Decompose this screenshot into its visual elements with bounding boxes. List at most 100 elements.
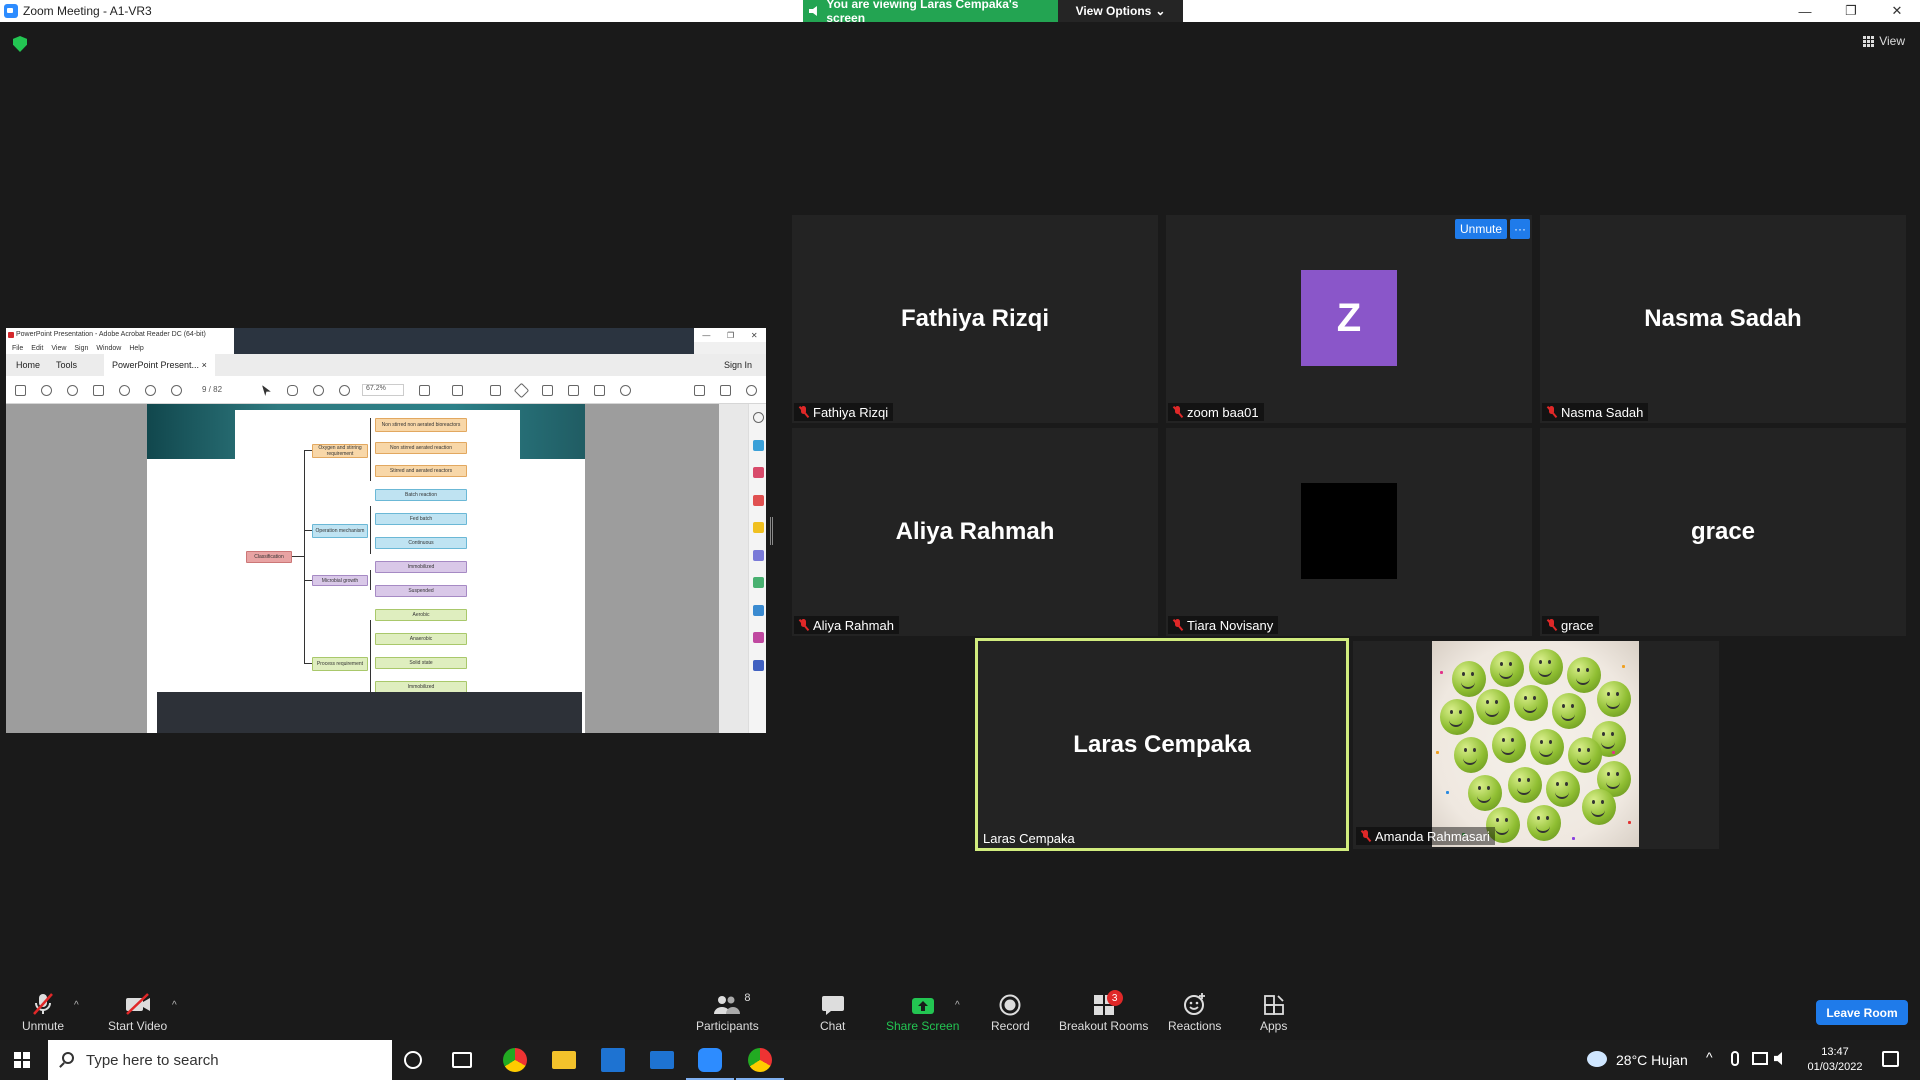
shared-tabbar: Home Tools PowerPoint Present... × Sign … [6,354,766,376]
participant-name-tag: Laras Cempaka [979,829,1080,847]
hand-icon [287,385,298,396]
create-pdf-icon [753,467,764,478]
chat-button[interactable]: Chat [820,992,845,1033]
audio-options-caret[interactable]: ^ [74,1000,79,1011]
mail-icon [720,385,731,396]
shared-restore-icon: ❐ [727,330,735,340]
windows-taskbar: Type here to search 28°C Hujan ^ 13:47 0… [0,1040,1920,1080]
microsoft-store-icon[interactable] [601,1048,625,1072]
tile-unmute-button[interactable]: Unmute [1455,219,1508,239]
fill-sign-icon [753,632,764,643]
active-speaker-tile[interactable]: Laras Cempaka Laras Cempaka [975,638,1349,851]
participant-display-name: Aliya Rahmah [895,518,1055,545]
mail-icon[interactable] [650,1051,674,1069]
diagram-root-node: Classification [246,551,292,563]
shared-app-title: PowerPoint Presentation - Adobe Acrobat … [6,328,234,342]
view-options-button[interactable]: View Options ⌄ [1058,0,1183,22]
participant-label: Tiara Novisany [1187,617,1274,633]
leave-room-button[interactable]: Leave Room [1816,1000,1908,1025]
page-down-icon [171,385,182,396]
draw-icon [542,385,553,396]
diagram-group-node: Microbial growth [312,575,368,586]
start-video-label: Start Video [108,1019,168,1033]
reactions-label: Reactions [1168,1019,1222,1033]
reactions-button[interactable]: Reactions [1168,992,1221,1033]
notifications-icon[interactable] [1882,1051,1899,1067]
tile-more-button[interactable]: ··· [1510,219,1530,239]
share-options-caret[interactable]: ^ [955,1000,960,1011]
slide-diagram: Classification Oxygen and stirring requi… [235,410,520,700]
apps-label: Apps [1260,1019,1288,1033]
video-options-caret[interactable]: ^ [172,1000,177,1011]
participant-label: Fathiya Rizqi [813,404,889,420]
apps-button[interactable]: Apps [1260,992,1287,1033]
video-tile[interactable]: Fathiya Rizqi Fathiya Rizqi [792,215,1158,423]
video-tile[interactable]: Aliya Rahmah Aliya Rahmah [792,428,1158,636]
participants-label: Participants [696,1019,759,1033]
chrome-profile-icon[interactable] [736,1048,784,1080]
diagram-leaf-node: Anaerobic [375,633,467,645]
viewing-text: You are viewing Laras Cempaka's screen [826,0,1019,25]
menu-view: View [51,344,67,352]
protect-icon [753,660,764,671]
viewing-screen-indicator: You are viewing Laras Cempaka's screen [803,0,1058,25]
close-button[interactable]: ✕ [1874,0,1920,22]
rotate-icon [620,385,631,396]
volume-icon[interactable] [1774,1052,1782,1065]
participants-count: 8 [744,992,751,1004]
taskbar-search-input[interactable]: Type here to search [48,1040,392,1080]
clock-time: 13:47 [1821,1046,1849,1058]
share-screen-label: Share Screen [886,1019,960,1033]
weather-text[interactable]: 28°C Hujan [1616,1052,1688,1068]
participant-name-tag: Nasma Sadah [1542,403,1649,421]
breakout-rooms-label: Breakout Rooms [1059,1019,1149,1033]
participant-label: grace [1561,617,1594,633]
encryption-shield-icon[interactable] [13,36,27,52]
taskbar-clock[interactable]: 13:47 01/03/2022 [1800,1045,1870,1075]
tray-expand-icon[interactable]: ^ [1706,1049,1713,1065]
zoom-out-icon [313,385,324,396]
start-video-button[interactable]: Start Video [108,992,167,1033]
windows-start-icon[interactable] [14,1052,30,1068]
network-icon[interactable] [1752,1052,1768,1065]
record-label: Record [991,1019,1030,1033]
document-scrollbar [719,404,748,733]
microphone-icon[interactable] [1731,1051,1739,1066]
participant-name-tag: zoom baa01 [1168,403,1264,421]
view-layout-button[interactable]: View [1863,34,1905,48]
cortana-icon[interactable] [404,1051,422,1069]
window-title: Zoom Meeting - A1-VR3 [23,4,152,18]
select-cursor-icon [262,385,271,396]
zoom-taskbar-icon[interactable] [686,1048,734,1080]
record-button[interactable]: Record [991,992,1030,1033]
file-explorer-icon[interactable] [552,1051,576,1069]
video-tile[interactable]: Nasma Sadah Nasma Sadah [1540,215,1906,423]
share-screen-button[interactable]: Share Screen [886,992,959,1033]
task-view-icon[interactable] [452,1052,472,1068]
minimize-button[interactable]: — [1782,0,1828,22]
mic-muted-icon [1360,830,1371,842]
video-tile[interactable]: grace grace [1540,428,1906,636]
chrome-icon[interactable] [503,1048,527,1072]
fit-page-icon [419,385,430,396]
page-up-icon [145,385,156,396]
breakout-rooms-button[interactable]: 3 Breakout Rooms [1059,990,1149,1033]
split-drag-handle[interactable] [770,517,773,545]
organize-pages-icon [753,577,764,588]
video-tile[interactable]: Z Unmute ··· zoom baa01 [1166,215,1532,423]
weather-icon[interactable] [1587,1051,1607,1067]
scan-icon [753,605,764,616]
video-tile[interactable]: Tiara Novisany [1166,428,1532,636]
unmute-button[interactable]: Unmute [22,992,64,1033]
pdf-page: Classification Oxygen and stirring requi… [147,404,585,733]
shared-window-controls: — ❐ ✕ [694,328,766,342]
restore-button[interactable]: ❐ [1828,0,1874,22]
share-screen-icon [911,992,935,1016]
participants-button[interactable]: 8 Participants [696,992,759,1033]
shared-screen[interactable]: PowerPoint Presentation - Adobe Acrobat … [6,328,766,733]
apps-icon [1263,992,1285,1016]
speaker-icon [809,6,817,16]
share-banner: You are viewing Laras Cempaka's screen V… [803,0,1183,25]
record-icon [999,992,1021,1016]
participant-label: Nasma Sadah [1561,404,1644,420]
